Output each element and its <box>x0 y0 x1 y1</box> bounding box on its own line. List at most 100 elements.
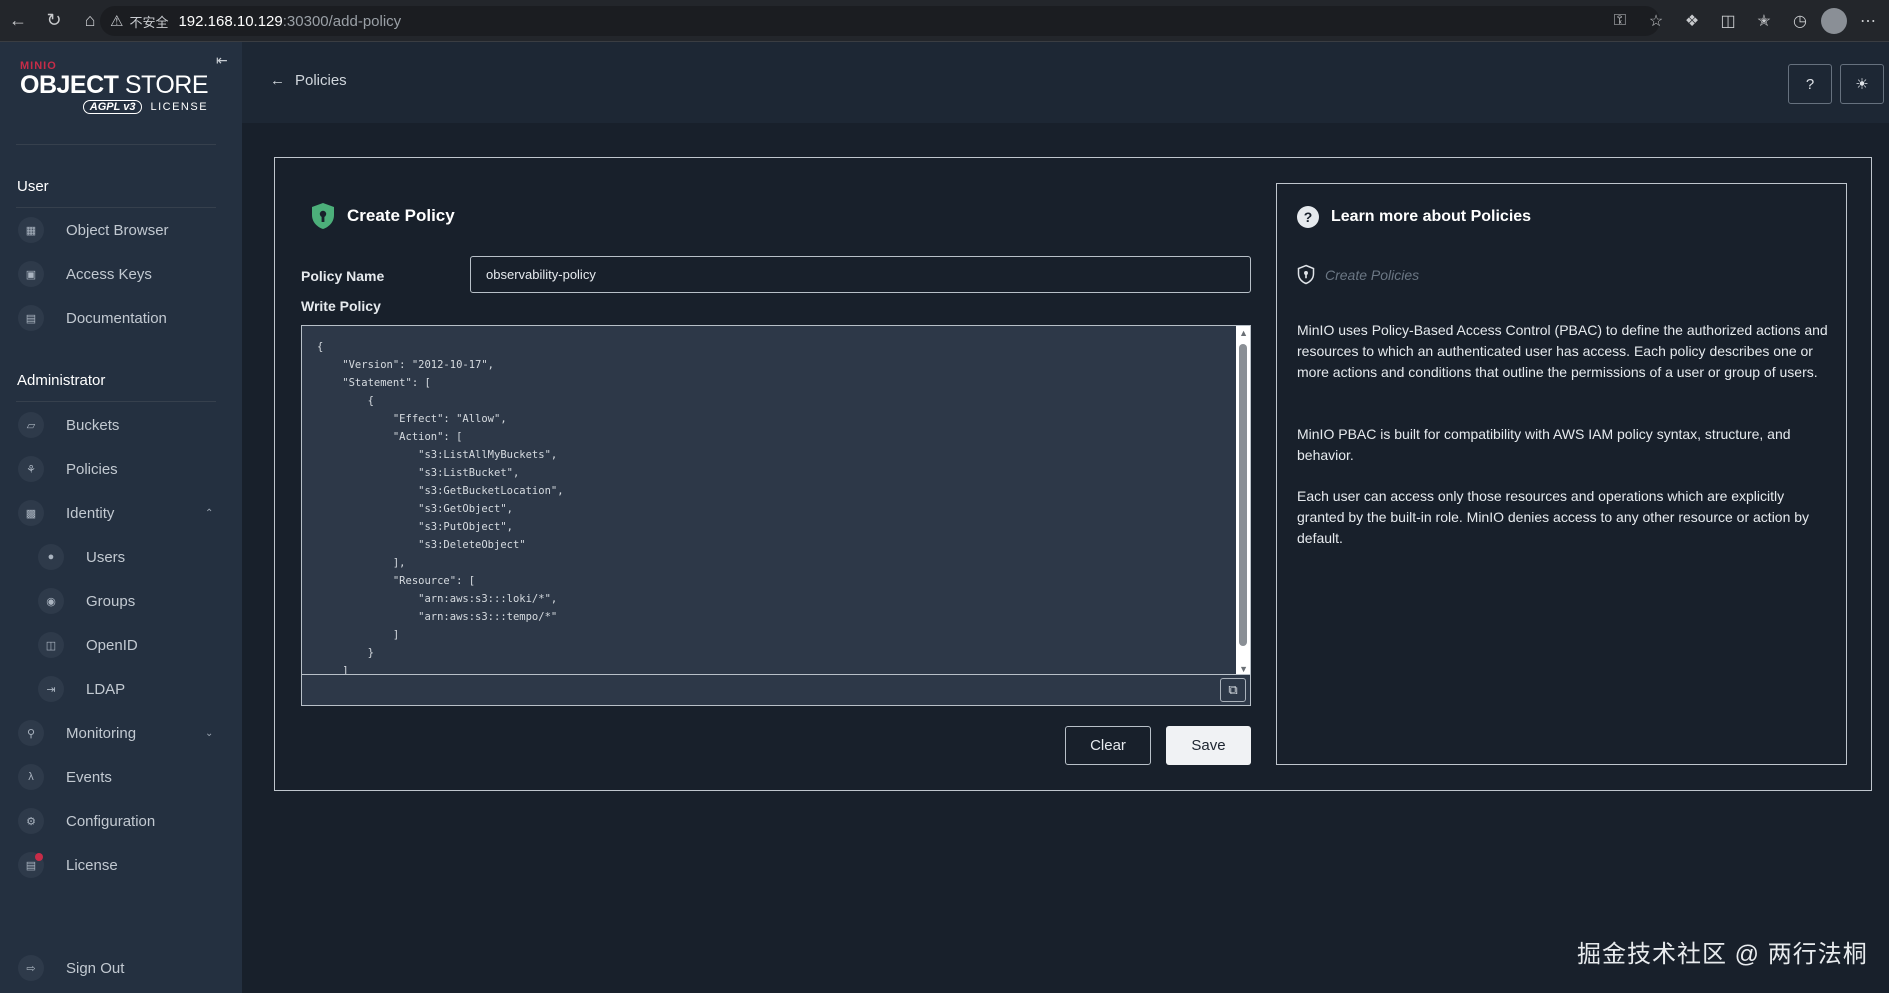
write-policy-label: Write Policy <box>301 298 381 314</box>
policy-code-editor[interactable]: { "Version": "2012-10-17", "Statement": … <box>301 325 1251 675</box>
logo-title-bold: OBJECT <box>20 71 119 99</box>
policy-name-label: Policy Name <box>301 268 385 284</box>
sidebar: MINIO OBJECT STORE AGPL v3 LICENSE ⇤ Use… <box>0 42 242 993</box>
star-icon[interactable]: ☆ <box>1641 6 1671 36</box>
groups-icon: ◉ <box>38 588 64 614</box>
sidebar-item-monitoring[interactable]: ⚲ Monitoring ⌄ <box>0 715 242 751</box>
code-line: "s3:GetObject", <box>317 503 513 515</box>
create-policies-link-label: Create Policies <box>1325 266 1420 283</box>
sidebar-divider <box>16 401 216 402</box>
sidebar-item-label: Buckets <box>66 416 120 434</box>
back-arrow-icon[interactable]: ← <box>0 3 36 39</box>
bucket-icon: ▱ <box>18 412 44 438</box>
editor-scrollbar[interactable]: ▲ ▼ <box>1236 326 1250 674</box>
address-bar[interactable]: ⚠ 不安全 192.168.10.129 :30300/add-policy <box>100 6 1660 36</box>
scroll-up-icon[interactable]: ▲ <box>1239 328 1248 338</box>
sidebar-item-license[interactable]: ▤ License <box>0 847 242 883</box>
logout-icon: ⇨ <box>18 955 44 981</box>
code-line: "arn:aws:s3:::loki/*", <box>317 593 558 605</box>
extensions-icon[interactable]: ❖ <box>1677 6 1707 36</box>
code-line: { <box>317 341 324 353</box>
clear-button[interactable]: Clear <box>1065 726 1151 765</box>
copy-button[interactable]: ⧉ <box>1220 678 1246 702</box>
help-panel: ? Learn more about Policies Create Polic… <box>1276 183 1847 765</box>
identity-icon: ▩ <box>18 500 44 526</box>
shield-icon <box>312 203 334 229</box>
code-line: ] <box>317 665 349 675</box>
sidebar-item-label: Users <box>86 548 126 566</box>
sidebar-item-groups[interactable]: ◉ Groups <box>0 583 242 619</box>
sidebar-item-object-browser[interactable]: ▦ Object Browser <box>0 212 242 248</box>
save-button[interactable]: Save <box>1166 726 1251 765</box>
url-path: :30300/add-policy <box>282 12 402 30</box>
code-line: "Statement": [ <box>317 377 431 389</box>
lambda-icon: λ <box>18 764 44 790</box>
sidebar-item-ldap[interactable]: ⇥ LDAP <box>0 671 242 707</box>
browser-actions: ⚿ ☆ ❖ ◫ ✭ ◷ ⋯ <box>1605 0 1889 42</box>
help-button[interactable]: ? <box>1788 64 1832 104</box>
sidebar-heading-administrator: Administrator <box>17 372 106 389</box>
shield-outline-icon <box>1297 264 1315 285</box>
page-header: ← Policies ? ☀ <box>242 42 1889 123</box>
logo-license-word: LICENSE <box>150 101 209 113</box>
sidebar-item-label: Events <box>66 768 112 786</box>
sidebar-item-label: License <box>66 856 118 874</box>
code-line: } <box>317 647 374 659</box>
split-screen-icon[interactable]: ◫ <box>1713 6 1743 36</box>
profile-avatar[interactable] <box>1821 8 1847 34</box>
policy-icon: ⚘ <box>18 456 44 482</box>
arrow-left-icon: ← <box>270 72 285 89</box>
code-line: "s3:DeleteObject" <box>317 539 526 551</box>
favorites-icon[interactable]: ✭ <box>1749 6 1779 36</box>
help-panel-title: ? Learn more about Policies <box>1297 206 1531 228</box>
reload-icon[interactable]: ↻ <box>36 3 72 39</box>
url-security-label: 不安全 <box>129 14 169 30</box>
collapse-sidebar-icon[interactable]: ⇤ <box>216 52 228 69</box>
policy-code: { "Version": "2012-10-17", "Statement": … <box>317 338 564 675</box>
sidebar-item-access-keys[interactable]: ▣ Access Keys <box>0 256 242 292</box>
browser-toolbar: ← ↻ ⌂ ⚠ 不安全 192.168.10.129 :30300/add-po… <box>0 0 1889 42</box>
sidebar-item-events[interactable]: λ Events <box>0 759 242 795</box>
code-line: "Action": [ <box>317 431 463 443</box>
code-line: ], <box>317 557 406 569</box>
chevron-down-icon: ⌄ <box>205 727 214 739</box>
sidebar-item-configuration[interactable]: ⚙ Configuration <box>0 803 242 839</box>
sidebar-item-label: Groups <box>86 592 136 610</box>
scroll-down-icon[interactable]: ▼ <box>1239 664 1248 674</box>
sidebar-item-users[interactable]: ● Users <box>0 539 242 575</box>
warning-icon: ⚠ <box>110 13 124 30</box>
sidebar-divider <box>16 207 216 208</box>
minio-logo: MINIO OBJECT STORE AGPL v3 LICENSE <box>20 60 209 114</box>
logo-license-row: AGPL v3 LICENSE <box>20 100 208 114</box>
back-to-policies-link[interactable]: ← Policies <box>270 72 347 89</box>
editor-footer: ⧉ <box>301 675 1251 706</box>
policy-name-input[interactable] <box>470 256 1251 293</box>
sign-out-button[interactable]: ⇨ Sign Out <box>0 950 242 986</box>
gear-icon: ⚙ <box>18 808 44 834</box>
sidebar-item-identity[interactable]: ▩ Identity ⌃ <box>0 495 242 531</box>
chevron-up-icon: ⌃ <box>205 507 214 519</box>
sidebar-item-label: Identity <box>66 504 115 522</box>
key-icon[interactable]: ⚿ <box>1605 6 1635 36</box>
code-line: "Effect": "Allow", <box>317 413 507 425</box>
code-line: "Resource": [ <box>317 575 476 587</box>
sidebar-item-documentation[interactable]: ▤ Documentation <box>0 300 242 336</box>
code-line: "s3:GetBucketLocation", <box>317 485 564 497</box>
sidebar-item-label: Configuration <box>66 812 156 830</box>
history-icon[interactable]: ◷ <box>1785 6 1815 36</box>
scroll-thumb[interactable] <box>1239 344 1247 646</box>
notification-dot <box>35 853 43 861</box>
sidebar-item-buckets[interactable]: ▱ Buckets <box>0 407 242 443</box>
watermark: 掘金技术社区 @ 两行法桐 <box>1577 941 1868 968</box>
sign-out-label: Sign Out <box>66 959 125 977</box>
code-line: "s3:ListAllMyBuckets", <box>317 449 558 461</box>
sidebar-item-openid[interactable]: ◫ OpenID <box>0 627 242 663</box>
create-policies-link[interactable]: Create Policies <box>1297 264 1419 285</box>
sidebar-item-policies[interactable]: ⚘ Policies <box>0 451 242 487</box>
page-title: Create Policy <box>311 202 455 230</box>
more-icon[interactable]: ⋯ <box>1853 6 1883 36</box>
object-browser-icon: ▦ <box>18 217 44 243</box>
sidebar-heading-user: User <box>17 178 49 195</box>
code-line: { <box>317 395 374 407</box>
theme-toggle-button[interactable]: ☀ <box>1840 64 1884 104</box>
